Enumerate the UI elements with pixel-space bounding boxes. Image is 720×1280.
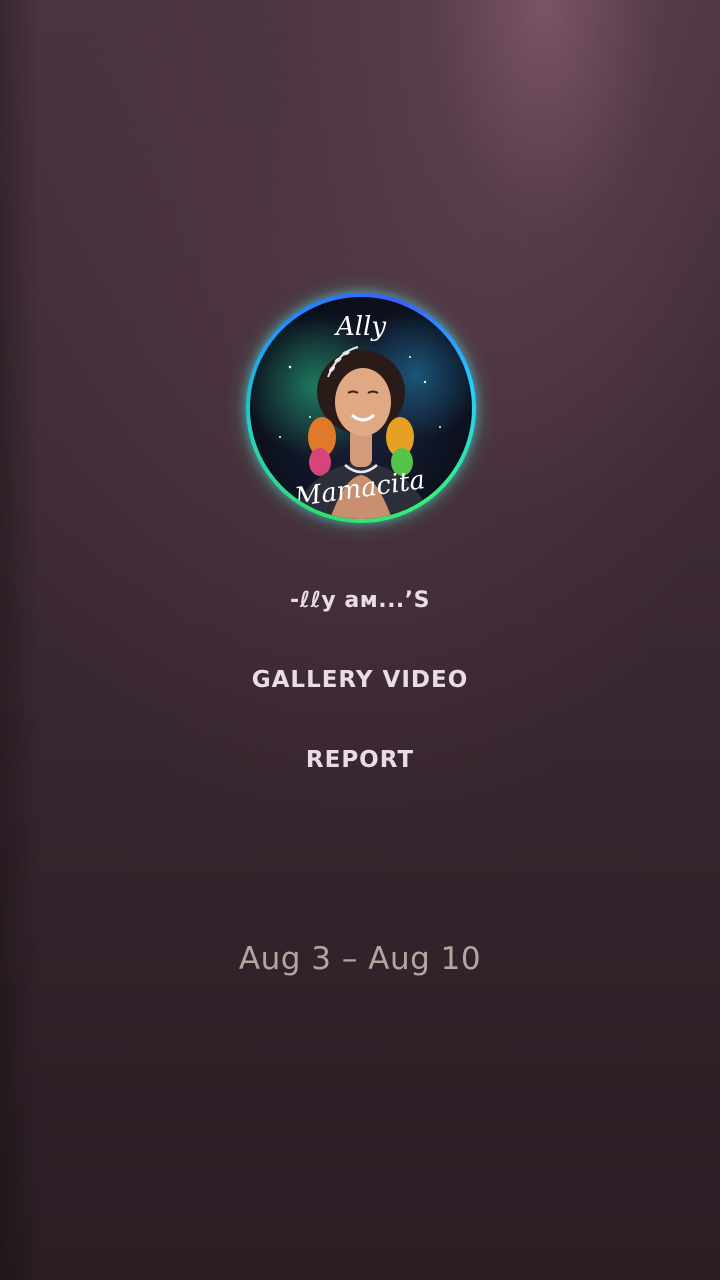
profile-avatar[interactable]: Ally Mamacita: [246, 293, 476, 523]
background-shade: [0, 0, 40, 1280]
avatar-image: Ally Mamacita: [250, 297, 472, 519]
gallery-video-button[interactable]: GALLERY VIDEO: [0, 667, 720, 693]
avatar-neon-ring: Ally Mamacita: [246, 293, 476, 523]
profile-title: -ℓℓy ам...’S: [290, 588, 430, 613]
logo-text-top: Ally: [334, 312, 386, 342]
avatar-illustration: Ally Mamacita: [279, 312, 441, 519]
report-button[interactable]: REPORT: [0, 747, 720, 773]
date-range-label: Aug 3 – Aug 10: [238, 941, 482, 977]
